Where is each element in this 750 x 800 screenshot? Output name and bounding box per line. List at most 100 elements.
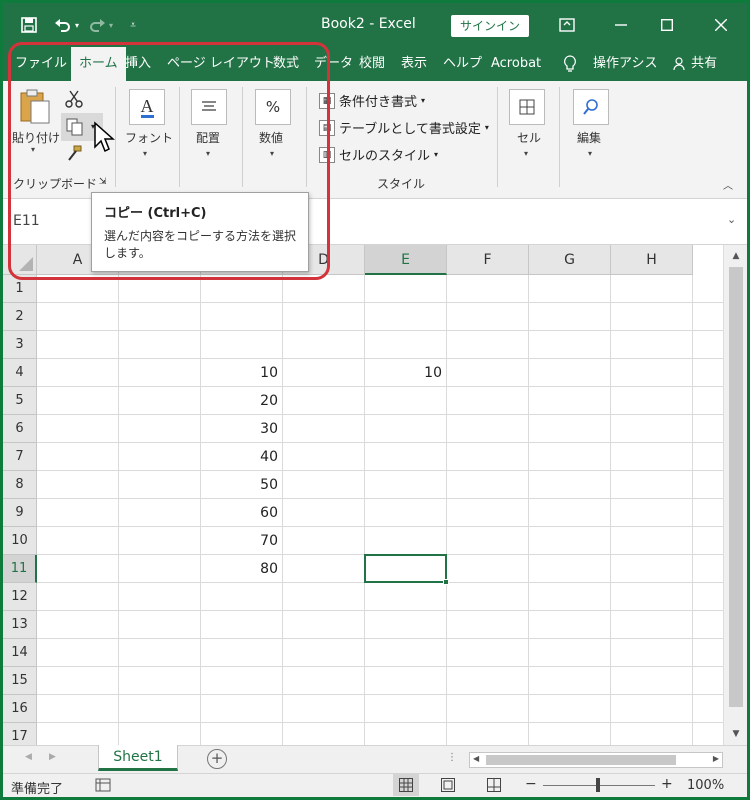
prev-sheet-icon[interactable]: ◀ bbox=[25, 752, 32, 762]
sheet-tab-sheet1[interactable]: Sheet1 bbox=[98, 745, 178, 771]
lightbulb-icon[interactable] bbox=[563, 47, 577, 81]
cell-c11[interactable]: 80 bbox=[201, 555, 283, 583]
zoom-level[interactable]: 100% bbox=[687, 778, 724, 793]
tab-home[interactable]: ホーム bbox=[71, 47, 126, 81]
number-dropdown-icon[interactable]: ▾ bbox=[270, 149, 274, 158]
row-header-15[interactable]: 15 bbox=[3, 667, 37, 695]
cells-dropdown-icon[interactable]: ▾ bbox=[524, 149, 528, 158]
paste-icon[interactable] bbox=[19, 89, 51, 129]
tab-formulas[interactable]: 数式 bbox=[273, 47, 299, 81]
column-header-e[interactable]: E bbox=[365, 245, 447, 275]
row-header-1[interactable]: 1 bbox=[3, 275, 37, 303]
zoom-in-button[interactable]: + bbox=[661, 776, 673, 792]
tab-data[interactable]: データ bbox=[314, 47, 353, 81]
undo-dropdown-icon[interactable]: ▾ bbox=[75, 21, 79, 30]
format-as-table-button[interactable]: ▤ テーブルとして書式設定 ▾ bbox=[319, 118, 489, 137]
alignment-button[interactable]: 配置 bbox=[196, 129, 220, 146]
redo-icon[interactable] bbox=[85, 13, 109, 37]
column-header-h[interactable]: H bbox=[611, 245, 693, 275]
zoom-out-button[interactable]: − bbox=[525, 776, 537, 792]
number-format-icon[interactable]: % bbox=[255, 89, 291, 125]
zoom-slider-thumb[interactable] bbox=[596, 778, 600, 792]
editing-dropdown-icon[interactable]: ▾ bbox=[588, 149, 592, 158]
cell-c5[interactable]: 20 bbox=[201, 387, 283, 415]
page-layout-view-icon[interactable] bbox=[441, 778, 455, 796]
vertical-scroll-thumb[interactable] bbox=[729, 267, 743, 707]
save-icon[interactable] bbox=[17, 13, 41, 37]
horizontal-scroll-thumb[interactable] bbox=[486, 755, 676, 765]
cell-c8[interactable]: 50 bbox=[201, 471, 283, 499]
signin-button[interactable]: サインイン bbox=[451, 15, 530, 37]
cell-e4[interactable]: 10 bbox=[365, 359, 447, 387]
editing-button[interactable]: 編集 bbox=[577, 129, 601, 146]
collapse-ribbon-icon[interactable]: ︿ bbox=[723, 177, 733, 192]
share-button[interactable]: 共有 bbox=[673, 47, 717, 81]
add-sheet-icon[interactable]: + bbox=[207, 749, 227, 769]
select-all-corner[interactable] bbox=[3, 245, 37, 275]
cells-icon[interactable] bbox=[509, 89, 545, 125]
alignment-icon[interactable] bbox=[191, 89, 227, 125]
row-header-9[interactable]: 9 bbox=[3, 499, 37, 527]
row-header-2[interactable]: 2 bbox=[3, 303, 37, 331]
row-header-6[interactable]: 6 bbox=[3, 415, 37, 443]
undo-icon[interactable] bbox=[51, 13, 75, 37]
cut-icon[interactable] bbox=[65, 90, 83, 112]
next-sheet-icon[interactable]: ▶ bbox=[49, 752, 56, 762]
cell-c10[interactable]: 70 bbox=[201, 527, 283, 555]
tab-acrobat[interactable]: Acrobat bbox=[491, 47, 541, 81]
tab-file[interactable]: ファイル bbox=[15, 47, 67, 81]
font-dropdown-icon[interactable]: ▾ bbox=[143, 149, 147, 158]
macro-record-icon[interactable] bbox=[95, 777, 111, 797]
alignment-dropdown-icon[interactable]: ▾ bbox=[206, 149, 210, 158]
expand-formula-bar-icon[interactable]: ⌄ bbox=[727, 213, 736, 226]
row-header-17[interactable]: 17 bbox=[3, 723, 37, 745]
fill-handle[interactable] bbox=[443, 579, 449, 585]
row-header-7[interactable]: 7 bbox=[3, 443, 37, 471]
row-header-8[interactable]: 8 bbox=[3, 471, 37, 499]
paste-dropdown-icon[interactable]: ▾ bbox=[31, 145, 35, 154]
column-header-f[interactable]: F bbox=[447, 245, 529, 275]
redo-dropdown-icon[interactable]: ▾ bbox=[109, 21, 113, 30]
conditional-formatting-button[interactable]: ▦ 条件付き書式 ▾ bbox=[319, 91, 425, 110]
row-header-4[interactable]: 4 bbox=[3, 359, 37, 387]
cell-c4[interactable]: 10 bbox=[201, 359, 283, 387]
vertical-scrollbar[interactable]: ▲ ▼ bbox=[723, 245, 747, 745]
column-header-g[interactable]: G bbox=[529, 245, 611, 275]
row-header-16[interactable]: 16 bbox=[3, 695, 37, 723]
ribbon-display-options-icon[interactable] bbox=[555, 13, 579, 37]
cell-styles-button[interactable]: ▥ セルのスタイル ▾ bbox=[319, 145, 438, 164]
tab-insert[interactable]: 挿入 bbox=[125, 47, 151, 81]
horizontal-scrollbar[interactable]: ◀ ▶ bbox=[469, 752, 723, 768]
row-header-13[interactable]: 13 bbox=[3, 611, 37, 639]
scroll-down-icon[interactable]: ▼ bbox=[724, 725, 747, 743]
tab-view[interactable]: 表示 bbox=[401, 47, 427, 81]
row-header-12[interactable]: 12 bbox=[3, 583, 37, 611]
page-break-view-icon[interactable] bbox=[487, 778, 501, 796]
search-icon[interactable] bbox=[573, 89, 609, 125]
minimize-icon[interactable] bbox=[609, 13, 633, 37]
scroll-up-icon[interactable]: ▲ bbox=[724, 247, 747, 265]
row-header-14[interactable]: 14 bbox=[3, 639, 37, 667]
tab-split-handle-icon[interactable]: ⋮ bbox=[447, 752, 457, 763]
row-header-5[interactable]: 5 bbox=[3, 387, 37, 415]
normal-view-button[interactable] bbox=[393, 774, 419, 796]
number-button[interactable]: 数値 bbox=[259, 129, 283, 146]
font-icon[interactable]: A bbox=[129, 89, 165, 125]
tab-review[interactable]: 校閲 bbox=[359, 47, 385, 81]
format-painter-icon[interactable] bbox=[65, 145, 83, 167]
active-cell-outline[interactable] bbox=[364, 554, 447, 583]
tell-me-box[interactable]: 操作アシス bbox=[593, 47, 657, 81]
maximize-icon[interactable] bbox=[655, 13, 679, 37]
worksheet-grid[interactable]: ABCDEFGH12345678910111213141516171010203… bbox=[3, 245, 723, 745]
cell-c6[interactable]: 30 bbox=[201, 415, 283, 443]
name-box[interactable]: E11 bbox=[13, 213, 40, 229]
scroll-right-icon[interactable]: ▶ bbox=[713, 754, 719, 763]
cell-c9[interactable]: 60 bbox=[201, 499, 283, 527]
close-icon[interactable] bbox=[709, 13, 733, 37]
paste-button[interactable]: 貼り付け bbox=[12, 129, 60, 146]
font-button[interactable]: フォント bbox=[125, 129, 173, 146]
clipboard-launcher-icon[interactable]: ⇲ bbox=[99, 177, 107, 187]
tab-page-layout[interactable]: ページ レイアウト bbox=[167, 47, 275, 81]
row-header-11[interactable]: 11 bbox=[3, 555, 37, 583]
cells-button[interactable]: セル bbox=[517, 129, 541, 146]
